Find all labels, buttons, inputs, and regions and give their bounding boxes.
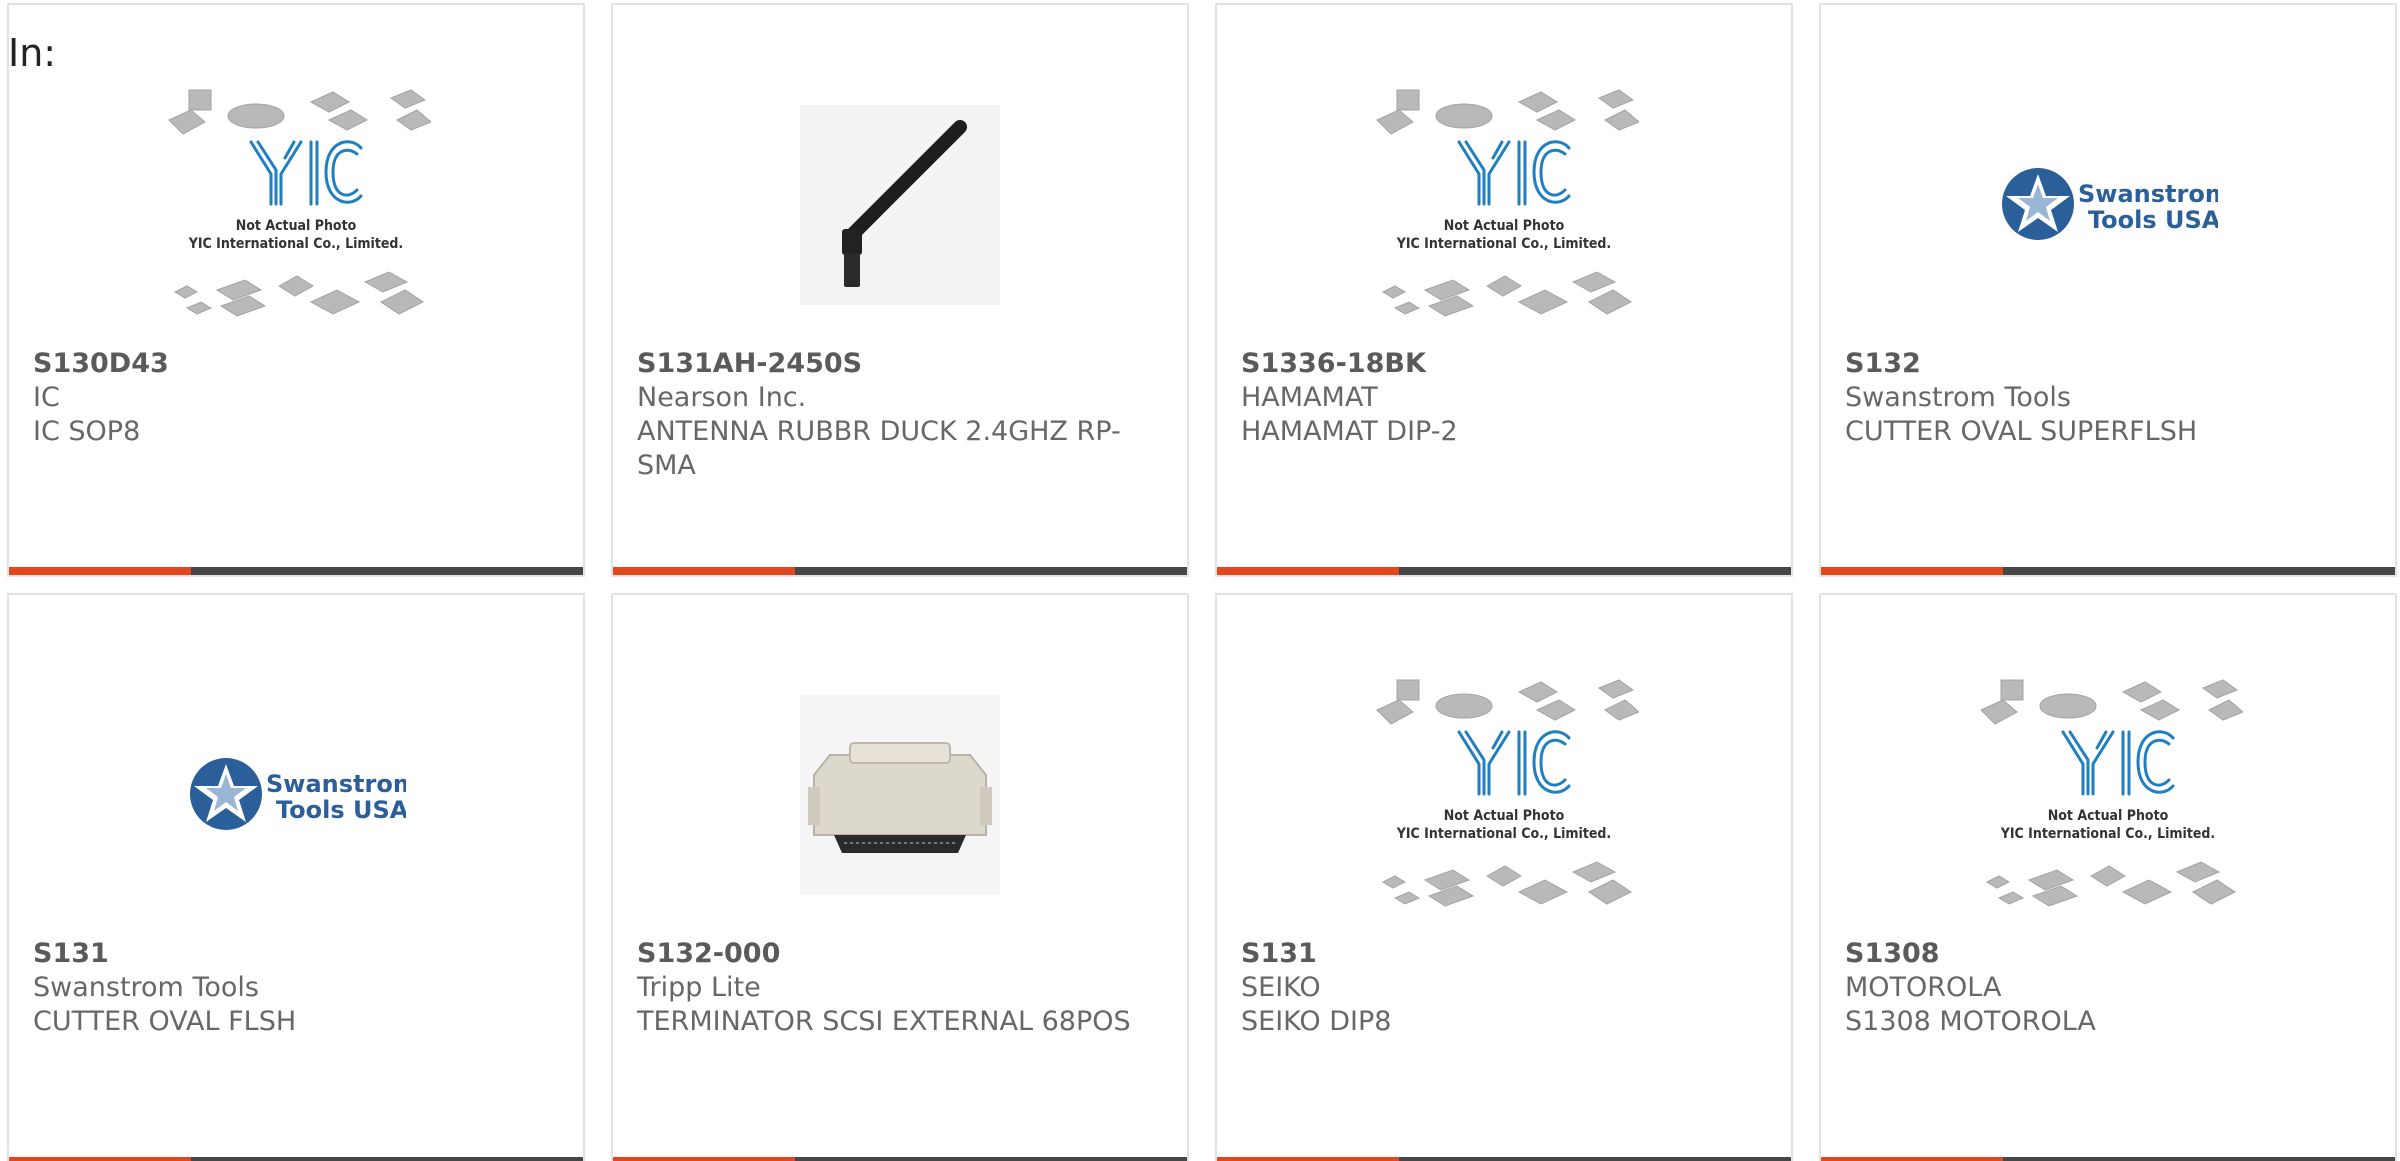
product-card[interactable]: Swanstrom Tools USA S131 Swanstrom Tools…	[7, 593, 585, 1161]
product-grid-page: In: Not Actual Photo YIC International C…	[0, 0, 2400, 1161]
card-bottom-bar	[9, 1157, 583, 1161]
manufacturer: IC	[33, 382, 60, 413]
card-accent	[9, 1157, 191, 1161]
product-image[interactable]: Not Actual Photo YIC International Co., …	[1217, 65, 1791, 345]
yic-placeholder-image: Not Actual Photo YIC International Co., …	[168, 89, 431, 317]
swanstrom-logo: Swanstrom Tools USA	[2002, 168, 2218, 240]
description: TERMINATOR SCSI EXTERNAL 68POS	[637, 1006, 1131, 1037]
product-info: S132-000 Tripp Lite TERMINATOR SCSI EXTE…	[637, 937, 1163, 1039]
product-image[interactable]: Not Actual Photo YIC International Co., …	[1821, 655, 2395, 935]
card-bottom-bar	[1217, 567, 1791, 575]
yic-placeholder-image: Not Actual Photo YIC International Co., …	[1376, 89, 1639, 317]
product-info: S130D43 IC IC SOP8	[33, 347, 559, 449]
product-info: S1336-18BK HAMAMAT HAMAMAT DIP-2	[1241, 347, 1767, 449]
product-image[interactable]	[613, 655, 1187, 935]
svg-text:Not Actual Photo: Not Actual Photo	[236, 218, 357, 234]
product-card[interactable]: Not Actual Photo YIC International Co., …	[1215, 3, 1793, 577]
product-image[interactable]	[613, 65, 1187, 345]
svg-text:YIC International Co., Limited: YIC International Co., Limited.	[2000, 826, 2215, 842]
card-bottom-bar	[1821, 567, 2395, 575]
card-bottom-bar	[1217, 1157, 1791, 1161]
product-info: S131 SEIKO SEIKO DIP8	[1241, 937, 1767, 1039]
card-bottom-bar	[1821, 1157, 2395, 1161]
svg-text:Not Actual Photo: Not Actual Photo	[2048, 808, 2169, 824]
svg-text:Swanstrom: Swanstrom	[2078, 180, 2218, 208]
card-accent	[1217, 1157, 1399, 1161]
part-number[interactable]: S1308	[1845, 937, 2371, 971]
part-number[interactable]: S132	[1845, 347, 2371, 381]
description: CUTTER OVAL SUPERFLSH	[1845, 416, 2198, 447]
manufacturer: Swanstrom Tools	[33, 972, 259, 1003]
product-image[interactable]: Swanstrom Tools USA	[9, 655, 583, 935]
part-number[interactable]: S1336-18BK	[1241, 347, 1767, 381]
product-info: S131 Swanstrom Tools CUTTER OVAL FLSH	[33, 937, 559, 1039]
card-accent	[9, 567, 191, 575]
svg-text:YIC International Co., Limited: YIC International Co., Limited.	[188, 236, 403, 252]
svg-text:Not Actual Photo: Not Actual Photo	[1444, 808, 1565, 824]
svg-text:YIC International Co., Limited: YIC International Co., Limited.	[1396, 826, 1611, 842]
svg-text:Not Actual Photo: Not Actual Photo	[1444, 218, 1565, 234]
svg-text:Swanstrom: Swanstrom	[266, 770, 406, 798]
card-accent	[613, 1157, 795, 1161]
product-info: S132 Swanstrom Tools CUTTER OVAL SUPERFL…	[1845, 347, 2371, 449]
svg-text:YIC International Co., Limited: YIC International Co., Limited.	[1396, 236, 1611, 252]
card-accent	[1217, 567, 1399, 575]
manufacturer: SEIKO	[1241, 972, 1321, 1003]
product-image[interactable]: Swanstrom Tools USA	[1821, 65, 2395, 345]
manufacturer: HAMAMAT	[1241, 382, 1378, 413]
product-card[interactable]: Not Actual Photo YIC International Co., …	[7, 3, 585, 577]
scsi-terminator-image	[800, 695, 1000, 895]
svg-text:Tools USA: Tools USA	[276, 796, 406, 824]
product-image[interactable]: Not Actual Photo YIC International Co., …	[1217, 655, 1791, 935]
in-label: In:	[8, 31, 57, 75]
yic-placeholder-image: Not Actual Photo YIC International Co., …	[1376, 679, 1639, 907]
svg-text:Tools USA: Tools USA	[2088, 206, 2218, 234]
description: S1308 MOTOROLA	[1845, 1006, 2096, 1037]
card-accent	[613, 567, 795, 575]
product-card[interactable]: Swanstrom Tools USA S132 Swanstrom Tools…	[1819, 3, 2397, 577]
description: IC SOP8	[33, 416, 141, 447]
part-number[interactable]: S131AH-2450S	[637, 347, 1163, 381]
product-card[interactable]: S132-000 Tripp Lite TERMINATOR SCSI EXTE…	[611, 593, 1189, 1161]
card-accent	[1821, 1157, 2003, 1161]
manufacturer: Nearson Inc.	[637, 382, 807, 413]
part-number[interactable]: S131	[1241, 937, 1767, 971]
card-bottom-bar	[9, 567, 583, 575]
part-number[interactable]: S132-000	[637, 937, 1163, 971]
description: CUTTER OVAL FLSH	[33, 1006, 297, 1037]
manufacturer: Tripp Lite	[637, 972, 761, 1003]
card-accent	[1821, 567, 2003, 575]
swanstrom-logo: Swanstrom Tools USA	[190, 758, 406, 830]
manufacturer: MOTOROLA	[1845, 972, 2002, 1003]
antenna-image	[800, 105, 1000, 305]
product-info: S1308 MOTOROLA S1308 MOTOROLA	[1845, 937, 2371, 1039]
product-image[interactable]: Not Actual Photo YIC International Co., …	[9, 65, 583, 345]
product-card[interactable]: Not Actual Photo YIC International Co., …	[1215, 593, 1793, 1161]
description: ANTENNA RUBBR DUCK 2.4GHZ RP-SMA	[637, 416, 1121, 481]
description: SEIKO DIP8	[1241, 1006, 1392, 1037]
card-bottom-bar	[613, 1157, 1187, 1161]
description: HAMAMAT DIP-2	[1241, 416, 1458, 447]
part-number[interactable]: S130D43	[33, 347, 559, 381]
product-info: S131AH-2450S Nearson Inc. ANTENNA RUBBR …	[637, 347, 1163, 483]
yic-placeholder-image: Not Actual Photo YIC International Co., …	[1980, 679, 2243, 907]
product-card[interactable]: S131AH-2450S Nearson Inc. ANTENNA RUBBR …	[611, 3, 1189, 577]
product-card[interactable]: Not Actual Photo YIC International Co., …	[1819, 593, 2397, 1161]
part-number[interactable]: S131	[33, 937, 559, 971]
card-bottom-bar	[613, 567, 1187, 575]
manufacturer: Swanstrom Tools	[1845, 382, 2071, 413]
